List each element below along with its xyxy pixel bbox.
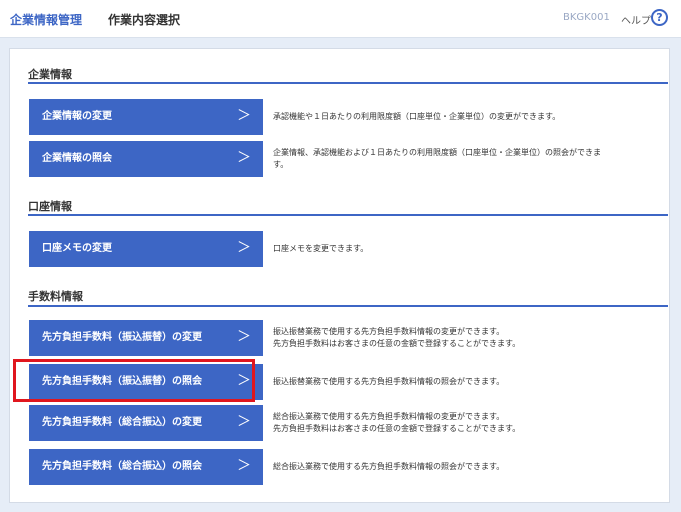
section-title-fee-info: 手数料情報 xyxy=(28,290,83,303)
chevron-right-icon: ＞ xyxy=(237,458,251,474)
change-transfer-fee-button[interactable]: 先方負担手数料（振込振替）の変更 ＞ xyxy=(29,320,263,356)
description-line: す。 xyxy=(273,160,289,169)
chevron-right-icon: ＞ xyxy=(237,108,251,124)
section-divider xyxy=(28,305,668,307)
item-description: 企業情報、承認機能および１日あたりの利用限度額（口座単位・企業単位）の照会ができ… xyxy=(273,147,668,171)
view-company-info-button[interactable]: 企業情報の照会 ＞ xyxy=(29,141,263,177)
content-panel: 企業情報 企業情報の変更 ＞ 承認機能や１日あたりの利用限度額（口座単位・企業単… xyxy=(9,48,670,503)
description-line: 総合振込業務で使用する先方負担手数料情報の変更ができます。 xyxy=(273,412,505,421)
app-name: 企業情報管理 xyxy=(10,13,83,27)
button-label: 先方負担手数料（総合振込）の照会 xyxy=(42,461,202,472)
chevron-right-icon: ＞ xyxy=(237,414,251,430)
item-description: 総合振込業務で使用する先方負担手数料情報の変更ができます。 先方負担手数料はお客… xyxy=(273,411,668,435)
item-description: 振込振替業務で使用する先方負担手数料情報の変更ができます。 先方負担手数料はお客… xyxy=(273,326,668,350)
item-description: 承認機能や１日あたりの利用限度額（口座単位・企業単位）の変更ができます。 xyxy=(273,111,668,123)
section-divider xyxy=(28,82,668,84)
description-line: 総合振込業務で使用する先方負担手数料情報の照会ができます。 xyxy=(273,462,505,471)
help-icon[interactable]: ? xyxy=(651,9,668,26)
description-line: 先方負担手数料はお客さまの任意の金額で登録することができます。 xyxy=(273,339,521,348)
button-label: 企業情報の変更 xyxy=(42,111,112,122)
section-title-account-info: 口座情報 xyxy=(28,200,72,213)
item-description: 振込振替業務で使用する先方負担手数料情報の照会ができます。 xyxy=(273,376,668,388)
change-company-info-button[interactable]: 企業情報の変更 ＞ xyxy=(29,99,263,135)
item-description: 総合振込業務で使用する先方負担手数料情報の照会ができます。 xyxy=(273,461,668,473)
section-title-company-info: 企業情報 xyxy=(28,68,72,81)
description-line: 承認機能や１日あたりの利用限度額（口座単位・企業単位）の変更ができます。 xyxy=(273,112,561,121)
button-label: 先方負担手数料（振込振替）の変更 xyxy=(42,332,202,343)
screen-code: BKGK001 xyxy=(563,12,610,23)
change-account-memo-button[interactable]: 口座メモの変更 ＞ xyxy=(29,231,263,267)
item-description: 口座メモを変更できます。 xyxy=(273,243,668,255)
page-title: 作業内容選択 xyxy=(108,13,181,27)
description-line: 先方負担手数料はお客さまの任意の金額で登録することができます。 xyxy=(273,424,521,433)
top-bar: 企業情報管理 作業内容選択 BKGK001 ヘルプ ? xyxy=(0,0,681,38)
help-link[interactable]: ヘルプ xyxy=(621,12,651,27)
selection-highlight xyxy=(13,359,255,402)
description-line: 口座メモを変更できます。 xyxy=(273,244,369,253)
chevron-right-icon: ＞ xyxy=(237,329,251,345)
description-line: 企業情報、承認機能および１日あたりの利用限度額（口座単位・企業単位）の照会ができ… xyxy=(273,148,601,157)
button-label: 先方負担手数料（総合振込）の変更 xyxy=(42,417,202,428)
description-line: 振込振替業務で使用する先方負担手数料情報の照会ができます。 xyxy=(273,377,505,386)
change-bulk-transfer-fee-button[interactable]: 先方負担手数料（総合振込）の変更 ＞ xyxy=(29,405,263,441)
section-divider xyxy=(28,214,668,216)
description-line: 振込振替業務で使用する先方負担手数料情報の変更ができます。 xyxy=(273,327,505,336)
view-bulk-transfer-fee-button[interactable]: 先方負担手数料（総合振込）の照会 ＞ xyxy=(29,449,263,485)
button-label: 口座メモの変更 xyxy=(42,243,112,254)
chevron-right-icon: ＞ xyxy=(237,150,251,166)
chevron-right-icon: ＞ xyxy=(237,240,251,256)
button-label: 企業情報の照会 xyxy=(42,153,112,164)
